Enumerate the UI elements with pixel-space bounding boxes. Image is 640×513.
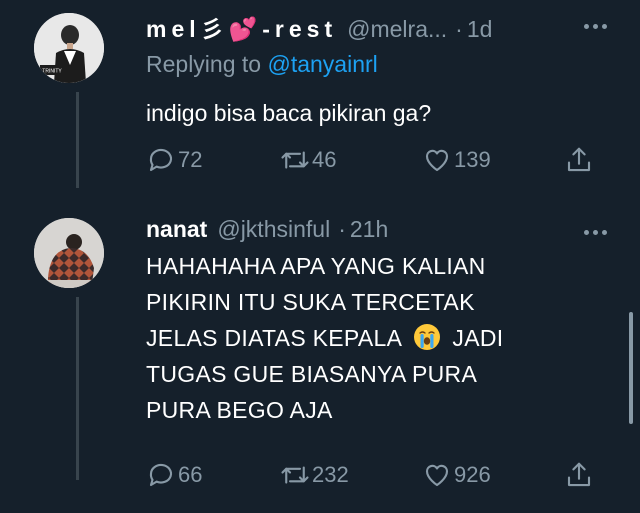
tweet-header: nanat @jkthsinful · 21h	[146, 216, 614, 248]
thread-line	[76, 297, 79, 480]
like-count: 139	[454, 147, 491, 172]
retweet-icon	[281, 151, 309, 169]
like-count: 926	[454, 462, 491, 487]
retweet-button[interactable]: 46	[280, 145, 336, 175]
retweet-count: 232	[312, 462, 349, 487]
reply-button[interactable]: 72	[146, 145, 202, 175]
like-icon	[425, 149, 449, 172]
separator-dot: ·	[338, 216, 346, 242]
tweet-text: HAHAHAHA APA YANG KALIAN PIKIRIN ITU SUK…	[146, 248, 614, 428]
reply-icon	[149, 463, 173, 487]
timestamp[interactable]: 1d	[467, 16, 493, 43]
tweet-1[interactable]: TRINITY mel彡💕-rest @melra... · 1d Replyi…	[0, 0, 640, 200]
like-button[interactable]: 926	[422, 460, 491, 490]
tweet-2[interactable]: nanat @jkthsinful · 21h HAHAHAHA APA YAN…	[0, 200, 640, 513]
loudly-crying-face-icon	[413, 324, 440, 350]
tweet-text-line: PIKIRIN ITU SUKA TERCETAK	[146, 289, 475, 315]
replying-prefix: Replying to	[146, 51, 262, 77]
retweet-button[interactable]: 232	[280, 460, 349, 490]
more-icon[interactable]	[584, 16, 614, 30]
tweet-text-line: TUGAS GUE BIASANYA PURA	[146, 361, 478, 387]
share-icon	[567, 462, 591, 487]
more-icon[interactable]	[584, 222, 614, 236]
display-name[interactable]: mel彡💕-rest	[146, 10, 337, 44]
tweet-text-line: PURA BEGO AJA	[146, 397, 333, 423]
mention-link[interactable]: @tanyainrl	[267, 51, 377, 77]
replying-to: Replying to @tanyainrl	[146, 51, 614, 78]
timestamp[interactable]: 21h	[350, 216, 388, 243]
tweet-text-fragment: JADI	[452, 325, 504, 351]
avatar-caption: TRINITY	[42, 69, 62, 75]
tweet-text-fragment: JELAS DIATAS KEPALA	[146, 325, 401, 351]
thread-line	[76, 92, 79, 188]
tweet-content: nanat @jkthsinful · 21h HAHAHAHA APA YAN…	[146, 216, 614, 487]
action-bar: 72 46 139	[146, 145, 596, 179]
tweet-text: indigo bisa baca pikiran ga?	[146, 95, 614, 131]
tweet-content: mel彡💕-rest @melra... · 1d Replying to @t…	[146, 10, 614, 172]
reply-count: 72	[178, 147, 203, 172]
avatar[interactable]: TRINITY	[34, 13, 104, 83]
share-icon	[567, 147, 591, 172]
share-button[interactable]	[564, 460, 596, 490]
action-bar: 66 232 926	[146, 460, 596, 494]
share-button[interactable]	[564, 145, 596, 175]
tweet-text-line: JELAS DIATAS KEPALA JADI	[146, 320, 614, 356]
scrollbar[interactable]	[629, 312, 633, 424]
like-button[interactable]: 139	[422, 145, 491, 175]
reply-count: 66	[178, 462, 203, 487]
separator-dot: ·	[455, 16, 463, 42]
reply-button[interactable]: 66	[146, 460, 202, 490]
tweet-text-line: indigo bisa baca pikiran ga?	[146, 100, 432, 126]
retweet-count: 46	[312, 147, 337, 172]
retweet-icon	[281, 466, 309, 484]
like-icon	[425, 464, 449, 487]
tweet-text-line: HAHAHAHA APA YANG KALIAN	[146, 253, 486, 279]
reply-icon	[149, 148, 173, 172]
handle[interactable]: @jkthsinful	[217, 216, 330, 243]
display-name[interactable]: nanat	[146, 216, 207, 243]
handle[interactable]: @melra...	[347, 16, 447, 43]
avatar[interactable]	[34, 218, 104, 288]
tweet-header: mel彡💕-rest @melra... · 1d	[146, 10, 614, 42]
